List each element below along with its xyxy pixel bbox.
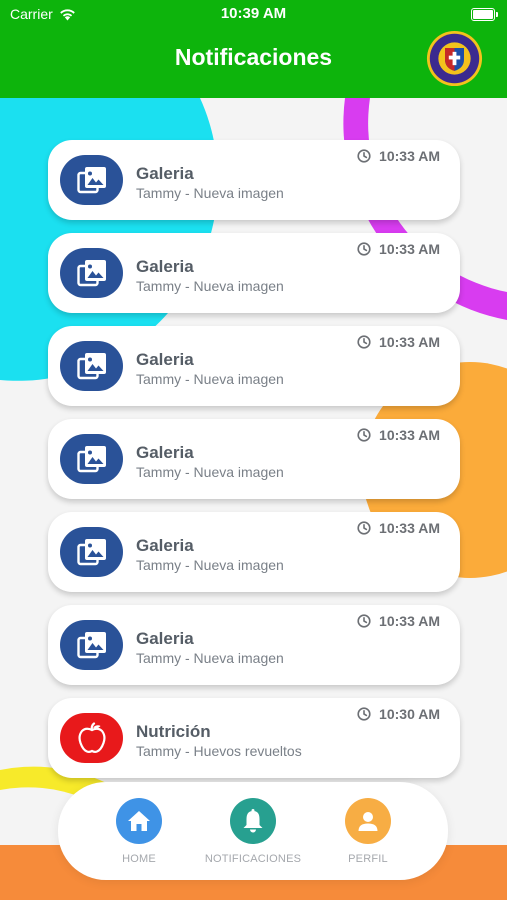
gallery-icon (76, 632, 106, 659)
bell-icon (230, 798, 276, 844)
notification-time: 10:33 AM (357, 427, 440, 443)
notification-time-text: 10:33 AM (379, 520, 440, 536)
notification-icon-badge (60, 620, 123, 670)
notification-icon-badge (60, 713, 123, 763)
notification-title: Galeria (136, 257, 194, 276)
gallery-icon (76, 353, 106, 380)
notification-time: 10:33 AM (357, 520, 440, 536)
nav-item-notifications[interactable]: NOTIFICACIONES (193, 798, 313, 865)
clock-icon (357, 428, 371, 442)
battery-icon (471, 8, 498, 21)
notification-icon-badge (60, 434, 123, 484)
notification-icon-badge (60, 155, 123, 205)
notification-time-text: 10:30 AM (379, 706, 440, 722)
notification-list: Galeria Tammy - Nueva imagen 10:33 AM Ga… (48, 140, 460, 791)
notification-card[interactable]: Nutrición Tammy - Huevos revueltos 10:30… (48, 698, 460, 778)
nav-label-home: HOME (122, 853, 156, 865)
clock-icon (357, 335, 371, 349)
nav-label-profile: PERFIL (348, 853, 388, 865)
user-icon (345, 798, 391, 844)
notification-title: Galeria (136, 629, 194, 648)
notification-card[interactable]: Galeria Tammy - Nueva imagen 10:33 AM (48, 419, 460, 499)
notification-title: Galeria (136, 443, 194, 462)
clock-icon (357, 614, 371, 628)
notification-card[interactable]: Galeria Tammy - Nueva imagen 10:33 AM (48, 233, 460, 313)
notification-icon-badge (60, 527, 123, 577)
notification-time-text: 10:33 AM (379, 148, 440, 164)
school-logo (426, 30, 483, 87)
notification-time: 10:33 AM (357, 334, 440, 350)
notification-subtitle: Tammy - Nueva imagen (136, 557, 284, 573)
gallery-icon (76, 167, 106, 194)
clock-icon (357, 707, 371, 721)
notification-title: Galeria (136, 536, 194, 555)
notification-time: 10:33 AM (357, 613, 440, 629)
gallery-icon (76, 446, 106, 473)
notification-subtitle: Tammy - Nueva imagen (136, 371, 284, 387)
notification-card[interactable]: Galeria Tammy - Nueva imagen 10:33 AM (48, 512, 460, 592)
app-header: Carrier 10:39 AM Notificaciones (0, 0, 507, 98)
notification-card[interactable]: Galeria Tammy - Nueva imagen 10:33 AM (48, 140, 460, 220)
notification-time-text: 10:33 AM (379, 427, 440, 443)
notification-card[interactable]: Galeria Tammy - Nueva imagen 10:33 AM (48, 605, 460, 685)
notification-card[interactable]: Galeria Tammy - Nueva imagen 10:33 AM (48, 326, 460, 406)
clock-icon (357, 242, 371, 256)
notification-time: 10:33 AM (357, 148, 440, 164)
notification-icon-badge (60, 341, 123, 391)
notification-time-text: 10:33 AM (379, 334, 440, 350)
apple-icon (77, 722, 106, 753)
notification-subtitle: Tammy - Nueva imagen (136, 650, 284, 666)
nav-item-profile[interactable]: PERFIL (308, 798, 428, 865)
notification-subtitle: Tammy - Huevos revueltos (136, 743, 302, 759)
nav-label-notifications: NOTIFICACIONES (204, 853, 302, 865)
notification-subtitle: Tammy - Nueva imagen (136, 185, 284, 201)
status-bar: Carrier 10:39 AM (0, 0, 507, 28)
notification-subtitle: Tammy - Nueva imagen (136, 278, 284, 294)
gallery-icon (76, 539, 106, 566)
gallery-icon (76, 260, 106, 287)
notification-subtitle: Tammy - Nueva imagen (136, 464, 284, 480)
clock-icon (357, 521, 371, 535)
notification-time-text: 10:33 AM (379, 241, 440, 257)
home-icon (116, 798, 162, 844)
clock-icon (357, 149, 371, 163)
nav-item-home[interactable]: HOME (79, 798, 199, 865)
notification-time: 10:33 AM (357, 241, 440, 257)
notification-time-text: 10:33 AM (379, 613, 440, 629)
bottom-navigation: HOME NOTIFICACIONES PERFIL (58, 782, 448, 880)
notification-title: Galeria (136, 164, 194, 183)
status-time: 10:39 AM (220, 5, 287, 22)
notification-time: 10:30 AM (357, 706, 440, 722)
notification-title: Nutrición (136, 722, 211, 741)
notification-title: Galeria (136, 350, 194, 369)
notification-icon-badge (60, 248, 123, 298)
